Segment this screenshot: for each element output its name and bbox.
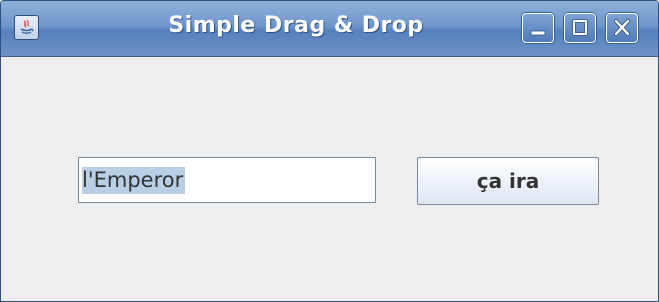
java-icon[interactable]	[14, 15, 39, 40]
content-pane: l'Emperor ça ira	[1, 57, 658, 301]
minimize-button[interactable]	[522, 13, 554, 43]
app-window: Simple Drag & Drop l'Emperor ça ira	[0, 0, 659, 302]
maximize-icon	[572, 19, 588, 36]
ca-ira-button[interactable]: ça ira	[417, 157, 599, 205]
minimize-icon	[530, 30, 546, 36]
selected-text[interactable]: l'Emperor	[82, 167, 186, 194]
close-icon	[613, 18, 631, 37]
window-title: Simple Drag & Drop	[168, 13, 424, 38]
close-button[interactable]	[606, 13, 638, 43]
text-field[interactable]: l'Emperor	[78, 157, 376, 203]
title-bar[interactable]: Simple Drag & Drop	[1, 1, 658, 57]
maximize-button[interactable]	[564, 13, 596, 43]
